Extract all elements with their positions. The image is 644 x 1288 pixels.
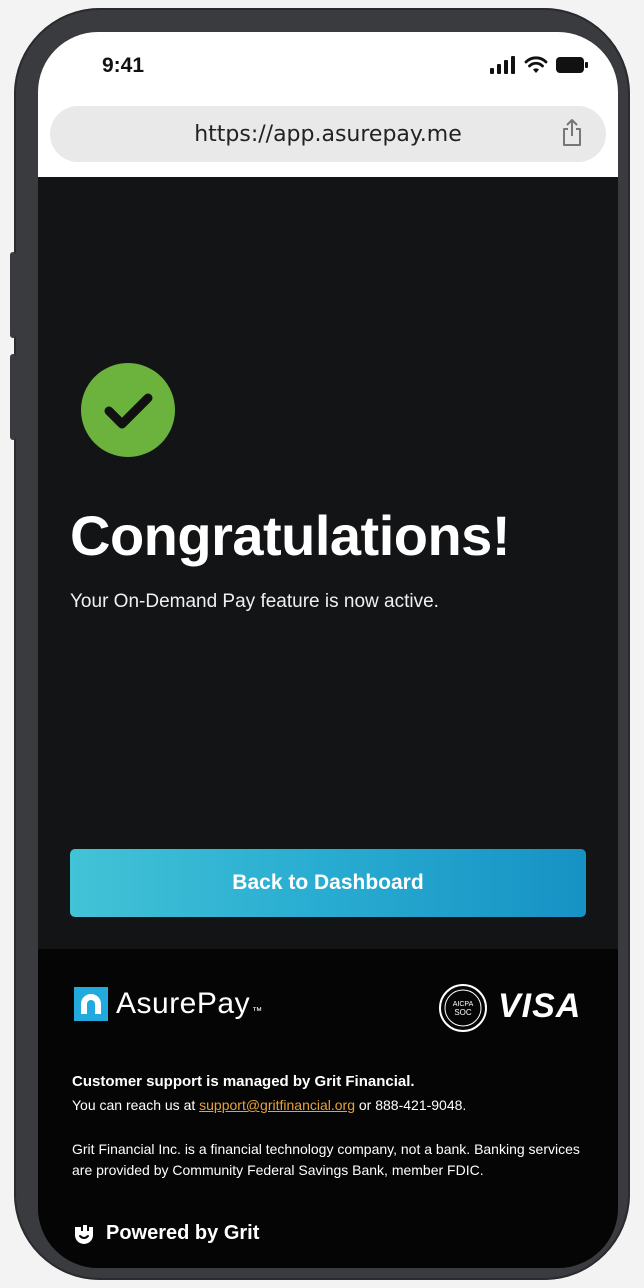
support-title: Customer support is managed by Grit Fina… <box>72 1073 415 1090</box>
side-button-volume-down <box>10 354 16 440</box>
powered-by: Powered by Grit <box>72 1221 259 1245</box>
status-time: 9:41 <box>102 54 145 77</box>
powered-by-label: Powered by Grit <box>106 1221 260 1244</box>
url-bar[interactable]: https://app.asurepay.me <box>50 106 606 162</box>
aicpa-soc-badge-icon: AICPA SOC <box>439 984 487 1032</box>
url-text: https://app.asurepay.me <box>194 122 462 147</box>
browser-chrome: 9:41 https://app.asurepay.me <box>38 32 618 177</box>
share-icon[interactable] <box>560 118 584 148</box>
confirmation-content: Congratulations! Your On-Demand Pay feat… <box>38 177 618 949</box>
check-circle-icon <box>81 363 175 457</box>
grit-logo-icon <box>75 1225 93 1244</box>
brand-trademark: ™ <box>252 1005 263 1017</box>
phone-screen: 9:41 https://app.asurepay.me Congratulat… <box>38 32 618 1268</box>
wifi-icon <box>524 56 548 73</box>
disclaimer: Grit Financial Inc. is a financial techn… <box>72 1141 580 1178</box>
back-to-dashboard-button[interactable]: Back to Dashboard <box>70 849 586 917</box>
brand-name: AsurePay <box>116 987 251 1020</box>
support-email-link[interactable]: support@gritfinancial.org <box>199 1097 355 1113</box>
battery-icon <box>556 57 588 73</box>
signal-icon <box>490 56 515 74</box>
svg-text:AICPA: AICPA <box>453 1001 474 1008</box>
side-button-volume-up <box>10 252 16 338</box>
support-suffix: or 888-421-9048. <box>355 1097 467 1113</box>
status-icons <box>490 56 588 74</box>
support-contact: You can reach us at support@gritfinancia… <box>72 1097 466 1113</box>
visa-logo: VISA <box>498 987 582 1025</box>
svg-text:SOC: SOC <box>454 1008 472 1017</box>
footer: AsurePay ™ AICPA SOC VISA Customer suppo… <box>38 949 618 1268</box>
page-title: Congratulations! <box>70 504 510 567</box>
asurepay-logo-icon <box>74 987 108 1021</box>
asurepay-brand: AsurePay ™ <box>74 987 262 1021</box>
page-subtitle: Your On-Demand Pay feature is now active… <box>70 591 439 612</box>
support-prefix: You can reach us at <box>72 1097 200 1113</box>
